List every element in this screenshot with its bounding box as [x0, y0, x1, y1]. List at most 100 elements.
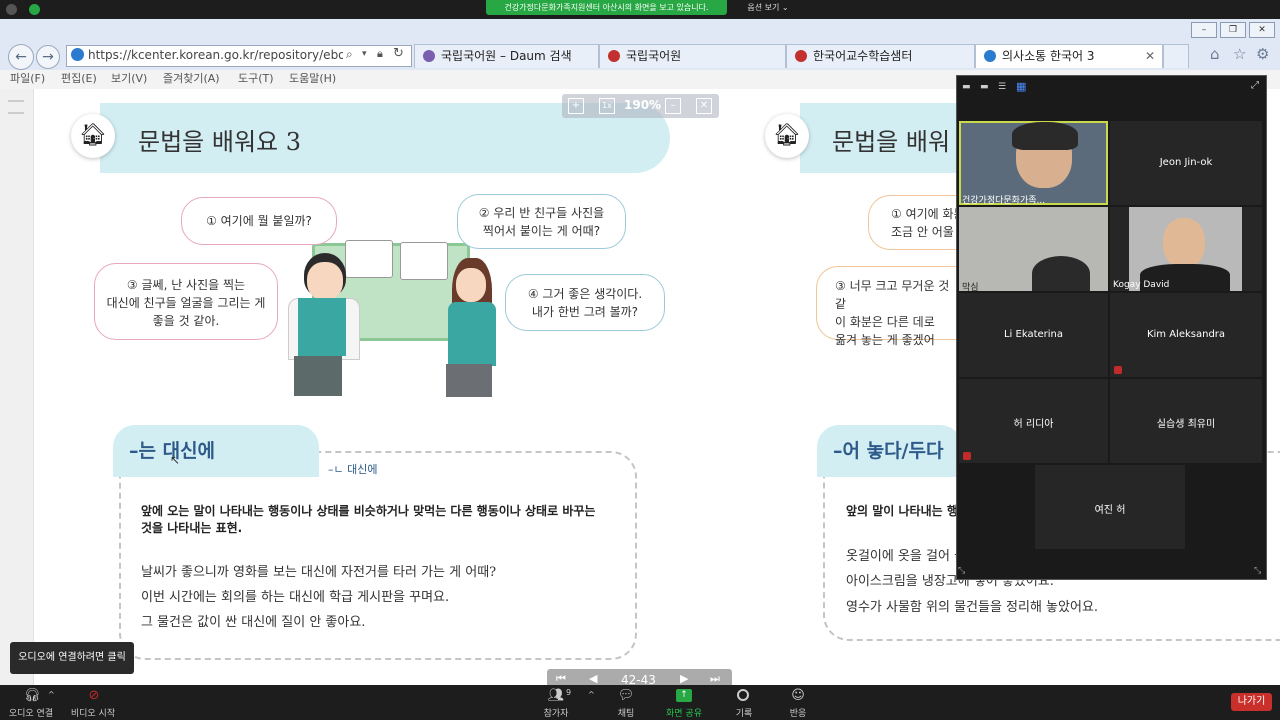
share-screen-icon[interactable]: ↑ [676, 689, 692, 702]
tab-favicon-icon [423, 50, 435, 62]
video-button-label[interactable]: 비디오 시작 [67, 706, 119, 719]
page-title: 문법을 배워요 3 [138, 128, 302, 156]
caret-up-icon[interactable]: ^ [588, 690, 595, 699]
menu-edit[interactable]: 편집(E) [61, 72, 97, 86]
zoom-close-button[interactable]: ✕ [696, 98, 712, 114]
participants-icon[interactable]: 👥︎ [546, 688, 566, 703]
new-tab-button[interactable] [1163, 44, 1189, 68]
audio-connect-tooltip[interactable]: 오디오에 연결하려면 클릭 [10, 642, 134, 674]
participant-name: 실습생 최유미 [1156, 419, 1216, 430]
minimize-panel-icon[interactable]: ▬ [962, 82, 971, 92]
menu-file[interactable]: 파일(F) [10, 72, 45, 86]
participant-video-hair [1012, 122, 1078, 150]
boy-vest [298, 298, 346, 356]
house-icon: 🏠︎ [765, 114, 809, 158]
search-icon[interactable]: ⌕ [346, 47, 353, 62]
menu-help[interactable]: 도움말(H) [289, 72, 336, 86]
menu-view[interactable]: 보기(V) [111, 72, 147, 86]
participant-video-face [1163, 218, 1205, 268]
participant-name: Kogay David [1113, 280, 1170, 290]
zoom-reset-button[interactable]: 1x [599, 98, 615, 114]
participant-video-head [1032, 256, 1090, 291]
gallery-view-icon[interactable]: ▦ [1016, 80, 1026, 93]
example-sentence-3: 그 물건은 값이 싼 대신에 질이 안 좋아요. [141, 615, 366, 630]
minimize-button[interactable]: – [1191, 22, 1217, 38]
info-icon[interactable] [6, 4, 17, 15]
address-text[interactable]: https://kcenter.korean.go.kr/repository/… [88, 47, 343, 63]
reaction-icon[interactable]: ☺ [788, 688, 808, 703]
participant-name: Jeon Jin-ok [1159, 157, 1213, 168]
view-options-button[interactable]: 옵션 보기 ⌄ [740, 0, 796, 15]
screen-share-banner: 건강가정다문화가족지원센터 아산시의 화면을 보고 있습니다. [486, 0, 727, 15]
participants-count: 9 [566, 688, 572, 697]
hamburger-icon[interactable] [8, 100, 24, 114]
example-sentence-right-1: 옷걸이에 옷을 걸어 놓 [846, 549, 967, 564]
resize-handle-icon[interactable]: ⤡ [958, 566, 965, 576]
close-window-button[interactable]: ✕ [1249, 22, 1275, 38]
tab-favicon-icon [608, 50, 620, 62]
tab-kcenter[interactable]: 한국어교수학습샘터 [786, 44, 975, 68]
star-icon[interactable]: ☆ [1233, 45, 1246, 63]
participant-name: 막심 [962, 283, 979, 293]
speaker-view-icon[interactable]: ▬ [980, 82, 989, 92]
restore-button[interactable]: ❐ [1220, 22, 1246, 38]
next-page-icon[interactable]: ▶ [680, 672, 688, 685]
first-page-icon[interactable]: ⏮ [556, 672, 566, 686]
last-page-icon[interactable]: ⏭ [710, 672, 720, 686]
forward-arrow-icon[interactable]: → [36, 45, 60, 69]
back-arrow-icon[interactable]: ← [8, 44, 34, 70]
resize-handle-icon[interactable]: ⤡ [1254, 566, 1261, 576]
caret-up-icon[interactable]: ^ [48, 690, 55, 699]
grammar-definition: 앞에 오는 말이 나타내는 행동이나 상태를 비슷하거나 맞먹는 다른 행동이나… [141, 504, 596, 535]
mouse-cursor-icon: ↖ [170, 453, 181, 467]
record-button-label[interactable]: 기록 [724, 706, 764, 719]
share-button-label[interactable]: 화면 공유 [662, 706, 706, 719]
expand-panel-icon[interactable]: ⤢ [1251, 80, 1259, 91]
tab-active-ebook[interactable]: 의사소통 한국어 3 ✕ [975, 44, 1163, 68]
headphone-icon[interactable]: 🎧︎ [22, 688, 42, 703]
participant-name: Kim Aleksandra [1146, 329, 1226, 340]
close-tab-icon[interactable]: ✕ [1145, 45, 1155, 68]
strip-view-icon[interactable]: ☰ [998, 82, 1006, 92]
participant-name: 여진 허 [1094, 505, 1126, 516]
menu-favorites[interactable]: 즐겨찾기(A) [163, 72, 220, 86]
tab-korean-go-kr[interactable]: 국립국어원 [599, 44, 786, 68]
speech-bubble-1: ① 여기에 뭘 붙일까? [181, 197, 337, 245]
zoom-in-button[interactable]: + [568, 98, 584, 114]
tab-favicon-icon [984, 50, 996, 62]
prev-page-icon[interactable]: ◀ [589, 672, 597, 685]
participant-name: 허 리디아 [1013, 419, 1054, 430]
home-icon[interactable]: ⌂ [1210, 45, 1220, 63]
menu-tools[interactable]: 도구(T) [238, 72, 274, 86]
leave-meeting-button[interactable]: 나가기 [1231, 693, 1272, 711]
house-icon: 🏠︎ [71, 114, 115, 158]
example-sentence-2: 이번 시간에는 회의를 하는 대신에 학급 게시판을 꾸며요. [141, 590, 450, 605]
shield-icon[interactable] [29, 4, 40, 15]
speech-bubble-4: ④ 그거 좋은 생각이다. 내가 한번 그려 볼까? [505, 274, 665, 331]
refresh-icon[interactable]: ↻ [393, 46, 404, 61]
chat-button-label[interactable]: 채팅 [606, 706, 646, 719]
audio-button-label[interactable]: 오디오 연결 [5, 706, 57, 719]
grammar-note: –ㄴ 대신에 [328, 463, 378, 476]
tab-daum-search[interactable]: 국립국어원 – Daum 검색 [414, 44, 599, 68]
muted-mic-icon [963, 452, 971, 460]
example-sentence-1: 날씨가 좋으니까 영화를 보는 대신에 자전거를 타러 가는 게 어때? [141, 565, 497, 580]
reactions-button-label[interactable]: 반응 [778, 706, 818, 719]
grammar-header-right: –어 놓다/두다 [817, 425, 962, 477]
zoom-out-button[interactable]: – [665, 98, 681, 114]
chat-icon[interactable]: 💬︎ [616, 688, 636, 703]
speech-bubble-3: ③ 글쎄, 난 사진을 찍는 대신에 친구들 얼굴을 그리는 게 좋을 것 같아… [94, 263, 278, 340]
video-off-icon[interactable]: ⊘ [84, 688, 104, 703]
gear-icon[interactable]: ⚙ [1256, 45, 1269, 63]
participants-button-label[interactable]: 참가자 [536, 706, 576, 719]
girl-face [456, 268, 486, 302]
tab-favicon-icon [795, 50, 807, 62]
participant-name: 건강가정다문화가족... [962, 196, 1046, 206]
ie-page-icon [71, 48, 84, 61]
boy-face [307, 262, 343, 300]
photo-card [400, 242, 448, 280]
dropdown-icon[interactable]: ▾ [362, 49, 367, 59]
page-title-right: 문법을 배워 [832, 128, 951, 156]
participant-name: Li Ekaterina [1003, 329, 1064, 340]
record-icon[interactable] [737, 689, 749, 701]
